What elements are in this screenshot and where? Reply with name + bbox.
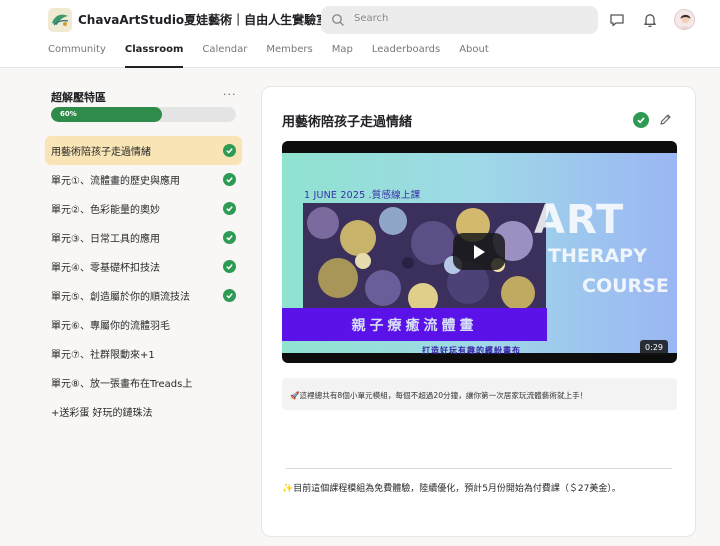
content-divider [286,468,672,469]
lesson-item-1[interactable]: 單元①、流體畫的歷史與應用 [45,165,242,194]
community-switcher-icon[interactable] [296,12,306,28]
completed-check-icon [223,231,236,244]
top-header: ChavaArtStudio夏娃藝術｜自由人生實驗室 Search Commun… [0,0,720,68]
tab-members[interactable]: Members [266,44,312,68]
completed-check-icon [223,260,236,273]
user-avatar[interactable] [674,9,695,30]
completed-check-icon [223,144,236,157]
search-icon [332,14,344,26]
play-icon [474,245,485,259]
video-banner-title: 親子療癒流體畫 [282,308,547,341]
lesson-item-6[interactable]: 單元⑥、專屬你的流體羽毛 [45,310,242,339]
lesson-item-4[interactable]: 單元④、零基礎杯扣技法 [45,252,242,281]
video-therapy-text: THERAPY [548,245,647,267]
chat-icon[interactable] [608,11,626,29]
course-title: 超解壓特區 [51,91,106,104]
lesson-item-2[interactable]: 單元②、色彩能量的奧妙 [45,194,242,223]
completed-check-icon [223,289,236,302]
play-button[interactable] [453,233,505,270]
video-art-text: ART [534,197,625,243]
tab-about[interactable]: About [459,44,489,68]
community-name[interactable]: ChavaArtStudio夏娃藝術｜自由人生實驗室 [78,11,328,28]
lesson-label: +送彩蛋 好玩的鏈珠法 [51,408,153,419]
lesson-title: 用藝術陪孩子走過情緒 [282,115,413,130]
lesson-label: 單元⑦、社群限動來+1 [51,350,155,361]
lesson-label: 單元⑧、放一張畫布在Treads上 [51,379,193,390]
lesson-item-3[interactable]: 單元③、日常工具的應用 [45,223,242,252]
search-placeholder: Search [354,13,389,24]
video-subtitle: 打造好玩有趣的繽紛畫布 [422,346,521,355]
mark-complete-check-icon[interactable] [633,112,649,128]
community-logo[interactable] [48,8,72,32]
tab-leaderboards[interactable]: Leaderboards [372,44,440,68]
search-bar[interactable]: Search [321,6,598,34]
video-duration: 0:29 [640,340,668,355]
tab-calendar[interactable]: Calendar [202,44,247,68]
lesson-label: 單元⑤、創造屬於你的順流技法 [51,292,190,303]
lesson-label: 單元③、日常工具的應用 [51,234,160,245]
tab-classroom[interactable]: Classroom [124,44,183,68]
video-date-text: 1 JUNE 2025 .質感線上課 [304,190,421,201]
lesson-item-7[interactable]: 單元⑦、社群限動來+1 [45,339,242,368]
lesson-footer-text: ✨目前這個課程模組為免費體驗，陸續優化，預計5月份開始為付費課（＄27美金）。 [282,484,621,494]
lesson-item-intro[interactable]: 用藝術陪孩子走過情緒 [45,136,242,165]
lesson-content-card: 用藝術陪孩子走過情緒 1 JUNE 2025 .質感線上課 ART THERAP… [261,86,696,537]
more-options-icon[interactable]: ··· [223,88,237,101]
lesson-label: 單元②、色彩能量的奧妙 [51,205,160,216]
edit-pencil-icon[interactable] [658,112,673,127]
lesson-label: 用藝術陪孩子走過情緒 [51,147,151,158]
progress-fill: 60% [51,107,162,122]
video-player[interactable]: 1 JUNE 2025 .質感線上課 ART THERAPY COURSE 親子… [282,141,677,363]
lesson-list: 用藝術陪孩子走過情緒 單元①、流體畫的歷史與應用 單元②、色彩能量的奧妙 單元③… [45,136,242,426]
tab-community[interactable]: Community [48,44,106,68]
lesson-label: 單元⑥、專屬你的流體羽毛 [51,321,170,332]
lesson-item-5[interactable]: 單元⑤、創造屬於你的順流技法 [45,281,242,310]
lesson-label: 單元①、流體畫的歷史與應用 [51,176,180,187]
video-course-text: COURSE [582,275,669,297]
lesson-label: 單元④、零基礎杯扣技法 [51,263,160,274]
course-progress-bar: 60% [51,107,236,122]
completed-check-icon [223,202,236,215]
lesson-item-bonus[interactable]: +送彩蛋 好玩的鏈珠法 [45,397,242,426]
fluid-art-painting-image [303,203,546,323]
lesson-item-8[interactable]: 單元⑧、放一張畫布在Treads上 [45,368,242,397]
notification-bell-icon[interactable] [641,11,659,29]
completed-check-icon [223,173,236,186]
tab-map[interactable]: Map [332,44,353,68]
lesson-description-box: 🚀這裡總共有8個小單元模組，每個不超過20分鐘，讓你第一次居家玩流體藝術就上手！ [282,378,677,410]
main-nav-tabs: Community Classroom Calendar Members Map… [48,44,508,68]
